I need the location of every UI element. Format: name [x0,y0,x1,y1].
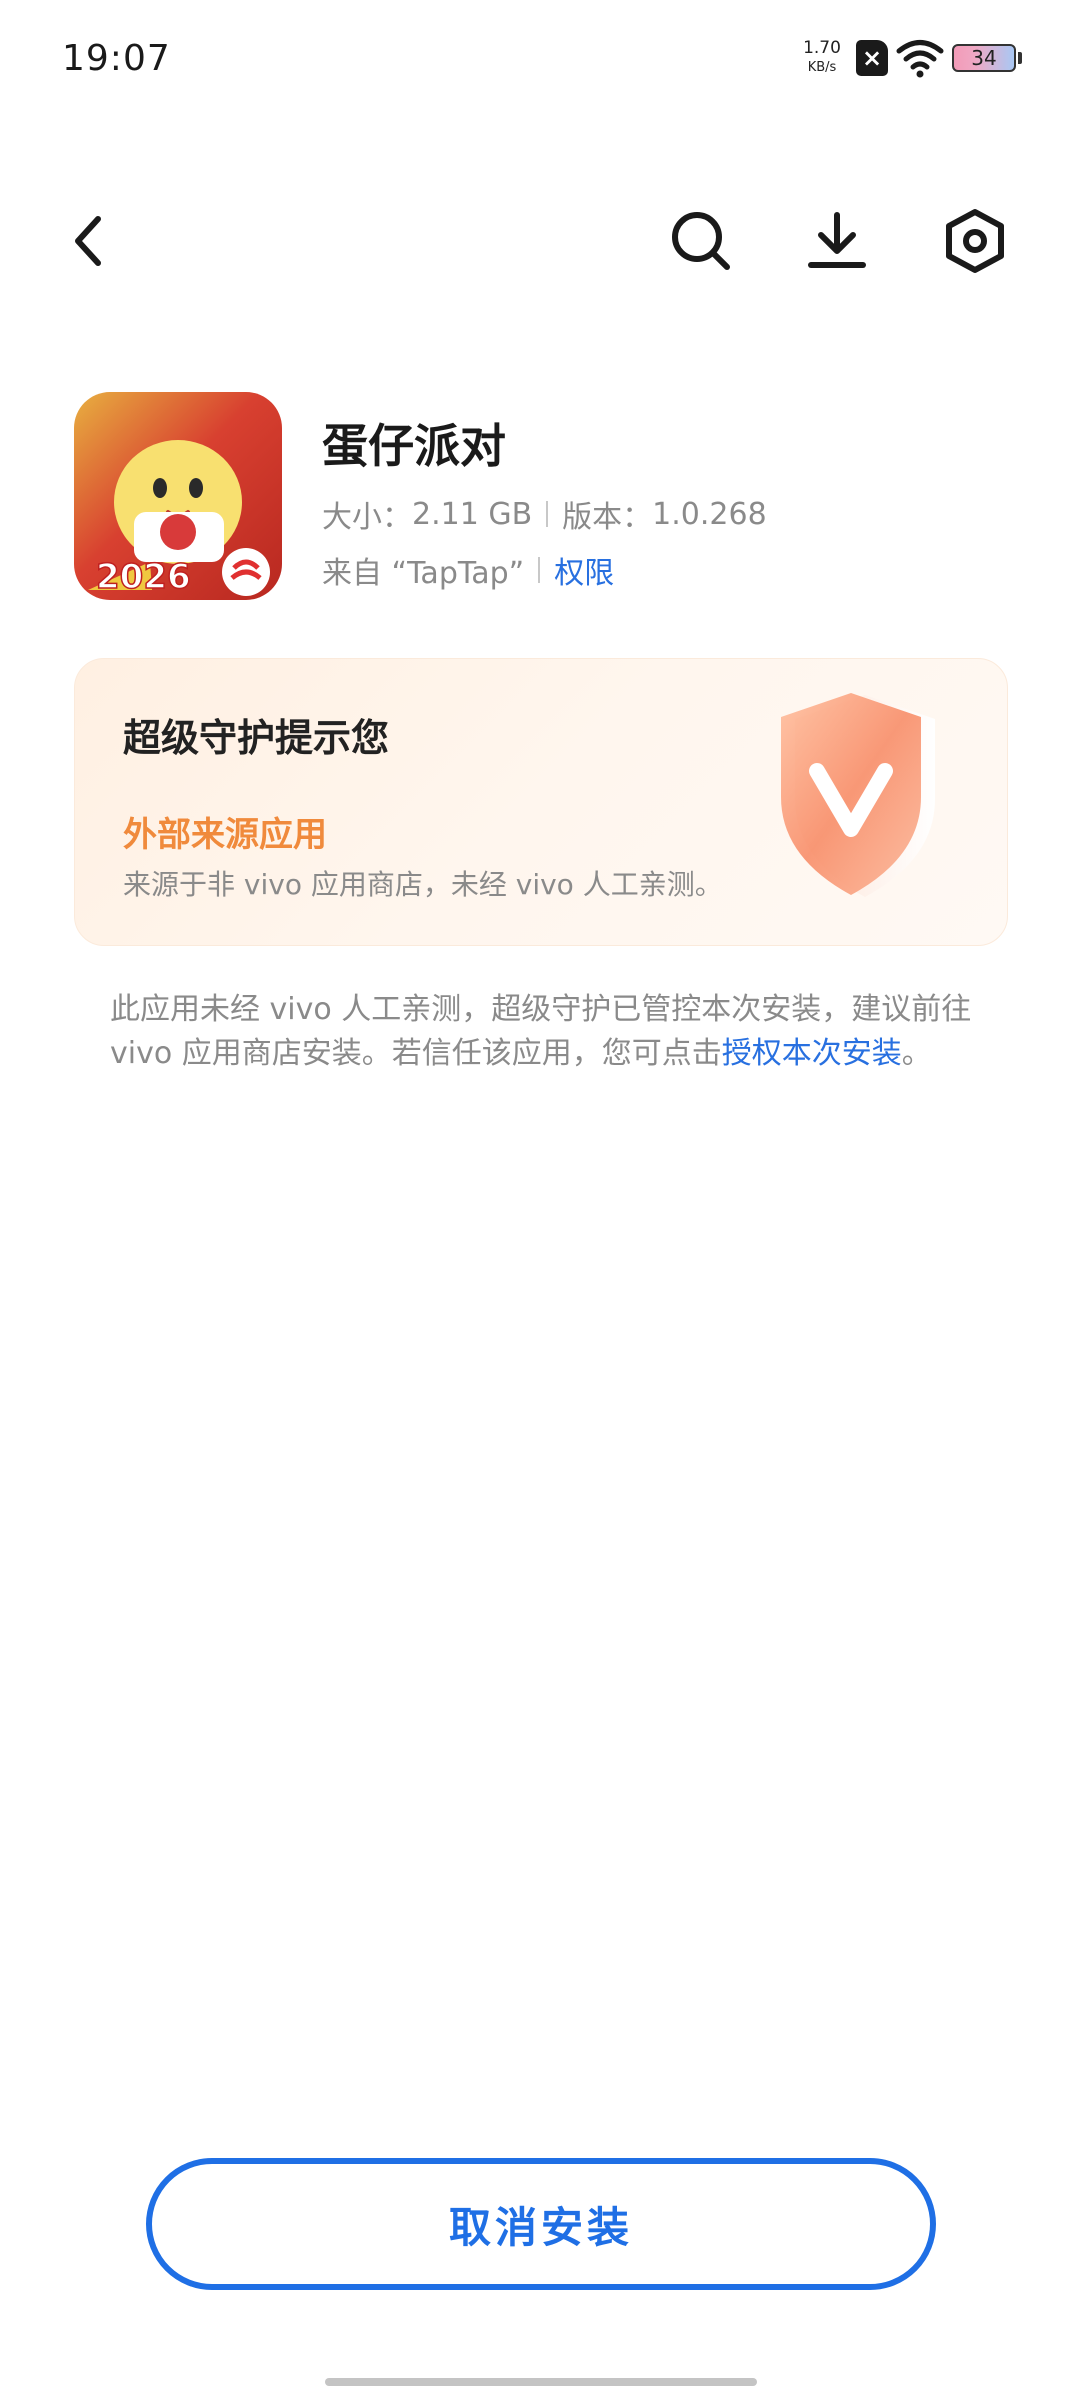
search-icon [672,212,730,270]
authorize-install-link[interactable]: 授权本次安装 [722,1036,902,1071]
card-subtitle: 外部来源应用 [123,815,327,855]
app-source-line: 来自 “TapTap” 权限 [322,548,614,592]
cancel-install-label: 取消安装 [448,2202,633,2252]
download-icon [808,212,866,268]
no-sim-icon: × [856,40,888,76]
settings-button[interactable] [930,196,1020,286]
permissions-link[interactable]: 权限 [554,548,614,592]
version-value: 1.0.268 [652,496,767,532]
cancel-install-button[interactable]: 取消安装 [146,2158,936,2290]
version-label: 版本： [562,500,653,535]
home-indicator[interactable] [325,2378,757,2386]
status-time: 19:07 [62,38,171,79]
size-value: 2.11 GB [412,496,533,532]
app-source: 来自 “TapTap” [322,556,525,591]
app-icon-year: 2026 [96,557,191,597]
divider [546,501,549,527]
app-name: 蛋仔派对 [322,419,506,473]
back-button[interactable] [44,196,134,286]
shield-icon [781,693,935,897]
back-arrow-icon [75,216,101,266]
search-button[interactable] [656,196,746,286]
card-title: 超级守护提示您 [123,715,390,760]
battery-level: 34 [971,46,997,70]
network-speed-value: 1.70 [803,38,841,58]
install-notice: 此应用未经 vivo 人工亲测，超级守护已管控本次安装，建议前往 vivo 应用… [110,988,972,1076]
download-button[interactable] [792,196,882,286]
size-label: 大小： [322,500,412,535]
battery-icon: 34 [952,44,1016,72]
card-description: 来源于非 vivo 应用商店，未经 vivo 人工亲测。 [123,868,723,901]
wifi-icon [896,40,944,78]
network-speed-unit: KB/s [807,60,837,75]
battery-tip [1018,52,1022,64]
divider [538,557,541,583]
security-warning-card: 超级守护提示您 外部来源应用 来源于非 vivo 应用商店，未经 vivo 人工… [74,658,1008,946]
app-icon: 2026 [74,392,282,600]
app-size-version: 大小： 2.11 GB 版本： 1.0.268 [322,492,767,536]
install-notice-end: 。 [901,1036,932,1071]
settings-hexagon-icon [946,209,1004,273]
network-speed: 1.70 KB/s [796,38,848,78]
